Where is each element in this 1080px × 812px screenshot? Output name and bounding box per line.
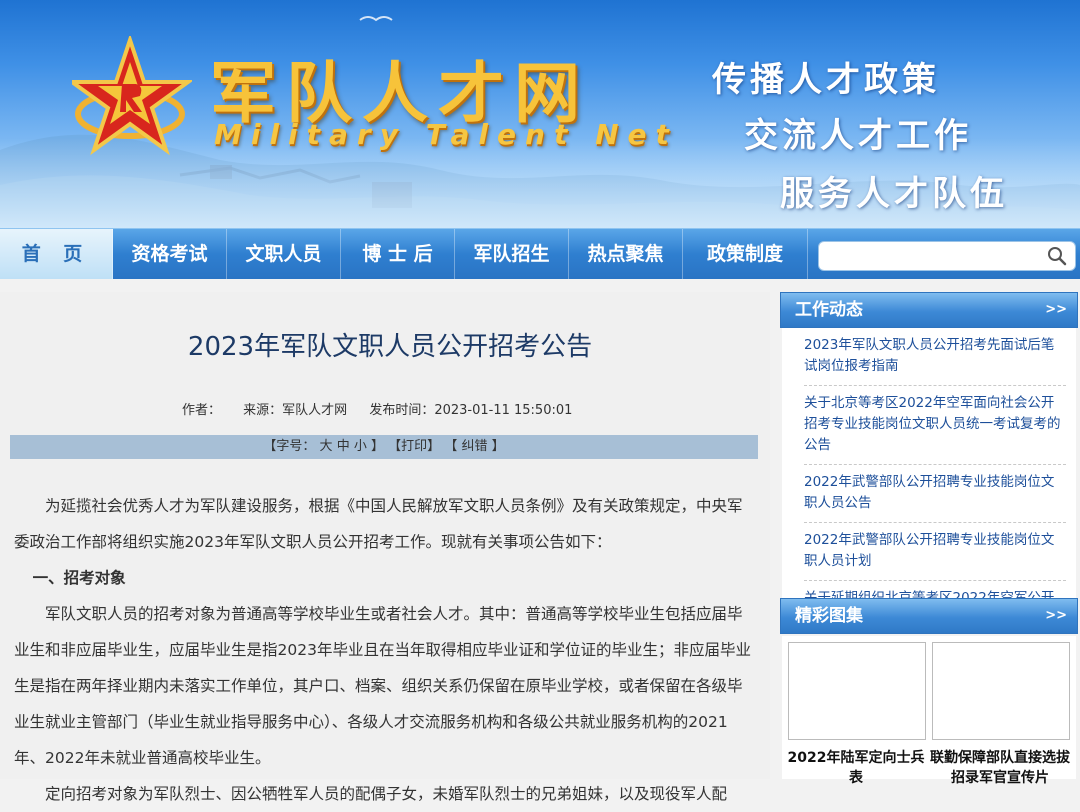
- news-item[interactable]: 2023年军队文职人员公开招考先面试后笔试岗位报考指南: [804, 328, 1066, 386]
- news-panel-title: 工作动态: [795, 300, 863, 320]
- article-paragraph: 定向招考对象为军队烈士、因公牺牲军人员的配偶子女，未婚军队烈士的兄弟姐妹，以及现…: [45, 785, 728, 803]
- article-meta: 作者： 来源：军队人才网 发布时间：2023-01-11 15:50:01: [182, 399, 590, 418]
- article-title: 2023年军队文职人员公开招考公告: [187, 332, 593, 362]
- news-panel-header: 工作动态 >>: [780, 292, 1078, 328]
- article-paragraph: 为延揽社会优秀人才为军队建设服务，根据《中国人民解放军文职人员条例》及有关政策规…: [14, 497, 743, 551]
- nav-item-postdoc[interactable]: 博 士 后: [341, 229, 455, 279]
- slogan-line-3: 服务人才队伍: [780, 174, 1008, 214]
- nav-item-policy[interactable]: 政策制度: [683, 229, 808, 279]
- font-size-large-link[interactable]: 大: [320, 439, 333, 454]
- print-link[interactable]: 【打印】: [388, 439, 440, 454]
- news-item[interactable]: 关于延期组织北京等考区2022年空军公开: [804, 581, 1066, 598]
- news-item[interactable]: 2022年武警部队公开招聘专业技能岗位文职人员计划: [804, 523, 1066, 581]
- article-author: 作者：: [182, 403, 222, 418]
- search-input[interactable]: [829, 246, 1043, 268]
- main-nav: 首 页 资格考试 文职人员 博 士 后 军队招生 热点聚焦 政策制度: [0, 228, 1080, 279]
- article-publish-time: 发布时间：2023-01-11 15:50:01: [369, 403, 573, 418]
- gallery-more-link[interactable]: >>: [1045, 599, 1067, 633]
- gallery-panel-header: 精彩图集 >>: [780, 598, 1078, 634]
- article-tools-bar: 【字号： 大 中 小 】 【打印】 【 纠错 】: [10, 435, 758, 459]
- article-paragraph: 军队文职人员的招考对象为普通高等学校毕业生或者社会人才。其中：普通高等学校毕业生…: [14, 605, 751, 767]
- military-star-emblem: [72, 36, 192, 156]
- nav-item-home[interactable]: 首 页: [0, 229, 113, 279]
- nav-item-qualification-exam[interactable]: 资格考试: [113, 229, 227, 279]
- article-area: 2023年军队文职人员公开招考公告 作者： 来源：军队人才网 发布时间：2023…: [0, 292, 770, 803]
- font-size-label: 【字号：: [263, 439, 316, 454]
- font-size-close: 】: [371, 439, 385, 454]
- nav-item-civilian-staff[interactable]: 文职人员: [227, 229, 341, 279]
- gallery-thumbnail[interactable]: [932, 642, 1070, 740]
- article-section-heading: 一、招考对象: [32, 569, 126, 587]
- site-subtitle: Military Talent Net: [214, 118, 678, 151]
- correct-link[interactable]: 【 纠错 】: [444, 439, 504, 454]
- search-box: [818, 241, 1076, 271]
- article-source: 来源：军队人才网: [243, 403, 348, 418]
- nav-item-military-enrollment[interactable]: 军队招生: [455, 229, 569, 279]
- gallery-caption[interactable]: 2022年陆军定向士兵表: [786, 748, 926, 788]
- sidebar: 工作动态 >> 2023年军队文职人员公开招考先面试后笔试岗位报考指南 关于北京…: [780, 292, 1078, 786]
- font-size-medium-link[interactable]: 中: [337, 439, 350, 454]
- news-more-link[interactable]: >>: [1045, 293, 1067, 327]
- news-item[interactable]: 2022年武警部队公开招聘专业技能岗位文职人员公告: [804, 465, 1066, 523]
- font-size-small-link[interactable]: 小: [354, 439, 367, 454]
- nav-item-hot-topics[interactable]: 热点聚焦: [569, 229, 683, 279]
- gallery: 2022年陆军定向士兵表 联勤保障部队直接选拔招录军官宣传片: [782, 636, 1076, 786]
- search-icon[interactable]: [1047, 246, 1067, 266]
- gallery-thumbnail[interactable]: [788, 642, 926, 740]
- site-banner: 军队人才网 Military Talent Net 传播人才政策 交流人才工作 …: [0, 0, 1080, 228]
- gallery-caption[interactable]: 联勤保障部队直接选拔招录军官宣传片: [930, 748, 1070, 788]
- article-content: 为延揽社会优秀人才为军队建设服务，根据《中国人民解放军文职人员条例》及有关政策规…: [14, 488, 754, 812]
- news-item[interactable]: 关于北京等考区2022年空军面向社会公开招考专业技能岗位文职人员统一考试复考的公…: [804, 386, 1066, 465]
- slogan-line-1: 传播人才政策: [712, 60, 940, 100]
- gallery-panel-title: 精彩图集: [795, 606, 863, 626]
- news-list: 2023年军队文职人员公开招考先面试后笔试岗位报考指南 关于北京等考区2022年…: [782, 328, 1076, 598]
- slogan-line-2: 交流人才工作: [744, 116, 972, 156]
